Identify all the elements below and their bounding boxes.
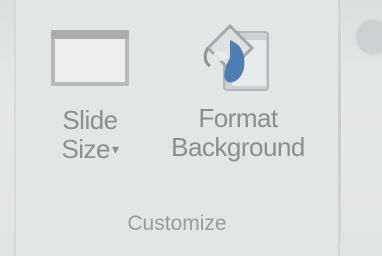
group-title: Customize <box>127 212 227 235</box>
format-background-icon <box>194 18 282 98</box>
slide-size-label-line1: Slide <box>62 105 118 135</box>
ribbon-next-button[interactable] <box>356 20 382 54</box>
slide-size-label-line2: Size <box>61 134 111 164</box>
ribbon: Slide Size ▾ Format Background Customize <box>0 0 382 256</box>
dropdown-caret-icon[interactable]: ▾ <box>112 141 119 157</box>
group-separator <box>338 8 341 244</box>
format-background-label-line2: Background <box>171 132 305 162</box>
format-background-button[interactable]: Format Background <box>150 18 326 162</box>
slide-size-icon <box>47 20 133 88</box>
format-background-label-line1: Format <box>198 103 278 133</box>
slide-size-button[interactable]: Slide Size ▾ <box>40 20 140 164</box>
